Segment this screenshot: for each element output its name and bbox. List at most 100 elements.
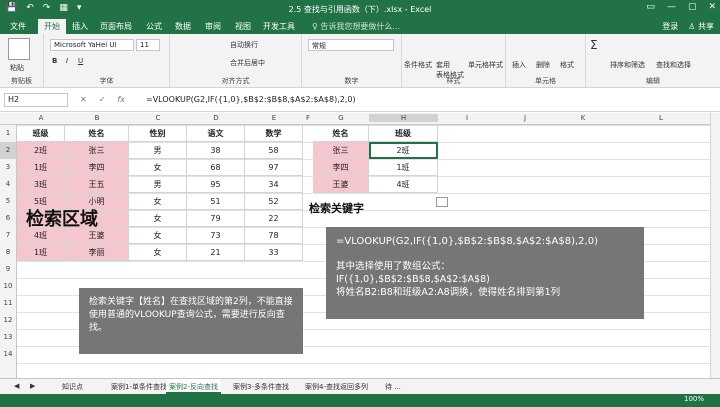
row-10[interactable]: 10 <box>0 278 17 295</box>
paste-icon[interactable] <box>8 38 30 60</box>
number-format-select[interactable]: 常规 <box>308 39 394 51</box>
row-4[interactable]: 4 <box>0 176 17 193</box>
table1-cell[interactable]: 女 <box>129 227 187 244</box>
table2-cell[interactable]: 李四 <box>313 159 369 176</box>
table1-header-2[interactable]: 性别 <box>129 125 187 142</box>
table1-cell[interactable]: 女 <box>129 159 187 176</box>
row-12[interactable]: 12 <box>0 312 17 329</box>
table1-cell[interactable]: 女 <box>129 244 187 261</box>
sheet-tab-case4[interactable]: 案例4-查找返回多列 <box>305 382 368 392</box>
table1-cell[interactable]: 李丽 <box>65 244 129 261</box>
sheet-tab-case3[interactable]: 案例3-多条件查找 <box>233 382 289 392</box>
row-1[interactable]: 1 <box>0 125 17 142</box>
col-D[interactable]: D <box>187 114 245 122</box>
tab-file[interactable]: 文件 <box>10 21 26 32</box>
share-button[interactable]: ♙ 共享 <box>688 21 714 32</box>
paste-options-icon[interactable] <box>436 197 448 207</box>
col-C[interactable]: C <box>129 114 187 122</box>
table1-cell[interactable]: 2班 <box>17 142 65 159</box>
sheet-tab-case1[interactable]: 案例1-单条件查找 <box>111 382 167 392</box>
table1-cell[interactable]: 52 <box>245 193 303 210</box>
table1-cell[interactable]: 79 <box>187 210 245 227</box>
sheet-tab-more[interactable]: 待 ... <box>385 382 401 392</box>
col-A[interactable]: A <box>17 114 65 122</box>
table1-cell[interactable]: 女 <box>129 193 187 210</box>
table1-cell[interactable]: 34 <box>245 176 303 193</box>
table1-cell[interactable]: 3班 <box>17 176 65 193</box>
sheet-nav-prev[interactable]: ◀ <box>14 382 19 390</box>
ribbon-display-icon[interactable]: ▭ <box>646 2 655 12</box>
table1-cell[interactable]: 58 <box>245 142 303 159</box>
table1-cell[interactable]: 李四 <box>65 159 129 176</box>
insert-function-icon[interactable]: fx <box>117 95 125 104</box>
col-J[interactable]: J <box>496 114 554 122</box>
bold-button[interactable]: B <box>52 57 57 65</box>
table1-cell[interactable]: 1班 <box>17 159 65 176</box>
table1-cell[interactable]: 王五 <box>65 176 129 193</box>
table2-cell[interactable]: 1班 <box>369 159 438 176</box>
col-H[interactable]: H <box>369 114 438 122</box>
italic-button[interactable]: I <box>66 57 68 65</box>
font-name-select[interactable]: Microsoft YaHei UI <box>50 39 134 51</box>
sheet-nav-next[interactable]: ▶ <box>30 382 35 390</box>
paste-button[interactable]: 粘贴 <box>10 63 24 73</box>
signin-link[interactable]: 登录 <box>662 21 678 32</box>
conditional-format-button[interactable]: 条件格式 <box>404 60 432 70</box>
row-2[interactable]: 2 <box>0 142 17 159</box>
tab-formulas[interactable]: 公式 <box>146 21 162 32</box>
table1-cell[interactable]: 51 <box>187 193 245 210</box>
cancel-icon[interactable]: ✕ <box>80 95 87 104</box>
col-K[interactable]: K <box>554 114 612 122</box>
autosum-icon[interactable]: Σ <box>590 38 598 52</box>
table2-cell[interactable]: 2班 <box>369 142 438 159</box>
col-B[interactable]: B <box>65 114 129 122</box>
table1-header-1[interactable]: 姓名 <box>65 125 129 142</box>
table1-cell[interactable]: 22 <box>245 210 303 227</box>
tab-page-layout[interactable]: 页面布局 <box>100 21 132 32</box>
enter-icon[interactable]: ✓ <box>99 95 106 104</box>
table2-cell[interactable]: 王婆 <box>313 176 369 193</box>
tab-review[interactable]: 审阅 <box>205 21 221 32</box>
col-F[interactable]: F <box>303 114 313 122</box>
maximize-icon[interactable]: ▢ <box>688 2 697 12</box>
wrap-text-button[interactable]: 自动换行 <box>230 40 258 50</box>
table1-cell[interactable]: 97 <box>245 159 303 176</box>
table1-cell[interactable]: 38 <box>187 142 245 159</box>
table1-cell[interactable]: 33 <box>245 244 303 261</box>
delete-cells-button[interactable]: 删除 <box>536 60 550 70</box>
merge-center-button[interactable]: 合并后居中 <box>230 58 265 68</box>
tab-data[interactable]: 数据 <box>175 21 191 32</box>
table1-header-3[interactable]: 语文 <box>187 125 245 142</box>
zoom-level[interactable]: 100% <box>684 395 704 403</box>
table1-cell[interactable]: 张三 <box>65 142 129 159</box>
tab-home[interactable]: 开始 <box>38 19 66 34</box>
close-icon[interactable]: ✕ <box>708 2 716 12</box>
row-13[interactable]: 13 <box>0 329 17 346</box>
tab-developer[interactable]: 开发工具 <box>263 21 295 32</box>
table1-header-0[interactable]: 班级 <box>17 125 65 142</box>
row-11[interactable]: 11 <box>0 295 17 312</box>
row-8[interactable]: 8 <box>0 244 17 261</box>
table2-cell[interactable]: 4班 <box>369 176 438 193</box>
sheet-tab-case2[interactable]: 案例2-反向查找 <box>166 379 221 394</box>
minimize-icon[interactable]: — <box>667 2 676 12</box>
table1-cell[interactable]: 女 <box>129 210 187 227</box>
formula-input[interactable]: =VLOOKUP(G2,IF({1,0},$B$2:$B$8,$A$2:$A$8… <box>146 95 356 104</box>
table2-header-0[interactable]: 姓名 <box>313 125 369 142</box>
underline-button[interactable]: U <box>78 57 83 65</box>
row-7[interactable]: 7 <box>0 227 17 244</box>
col-I[interactable]: I <box>438 114 496 122</box>
insert-cells-button[interactable]: 插入 <box>512 60 526 70</box>
table2-cell[interactable]: 张三 <box>313 142 369 159</box>
name-box[interactable]: H2 <box>4 93 68 107</box>
tab-insert[interactable]: 插入 <box>72 21 88 32</box>
sheet-tab-knowledge[interactable]: 知识点 <box>62 382 83 392</box>
table1-cell[interactable]: 男 <box>129 176 187 193</box>
table1-cell[interactable]: 73 <box>187 227 245 244</box>
row-5[interactable]: 5 <box>0 193 17 210</box>
table1-cell[interactable]: 68 <box>187 159 245 176</box>
table1-cell[interactable]: 男 <box>129 142 187 159</box>
tab-view[interactable]: 视图 <box>235 21 251 32</box>
table1-cell[interactable]: 21 <box>187 244 245 261</box>
row-9[interactable]: 9 <box>0 261 17 278</box>
